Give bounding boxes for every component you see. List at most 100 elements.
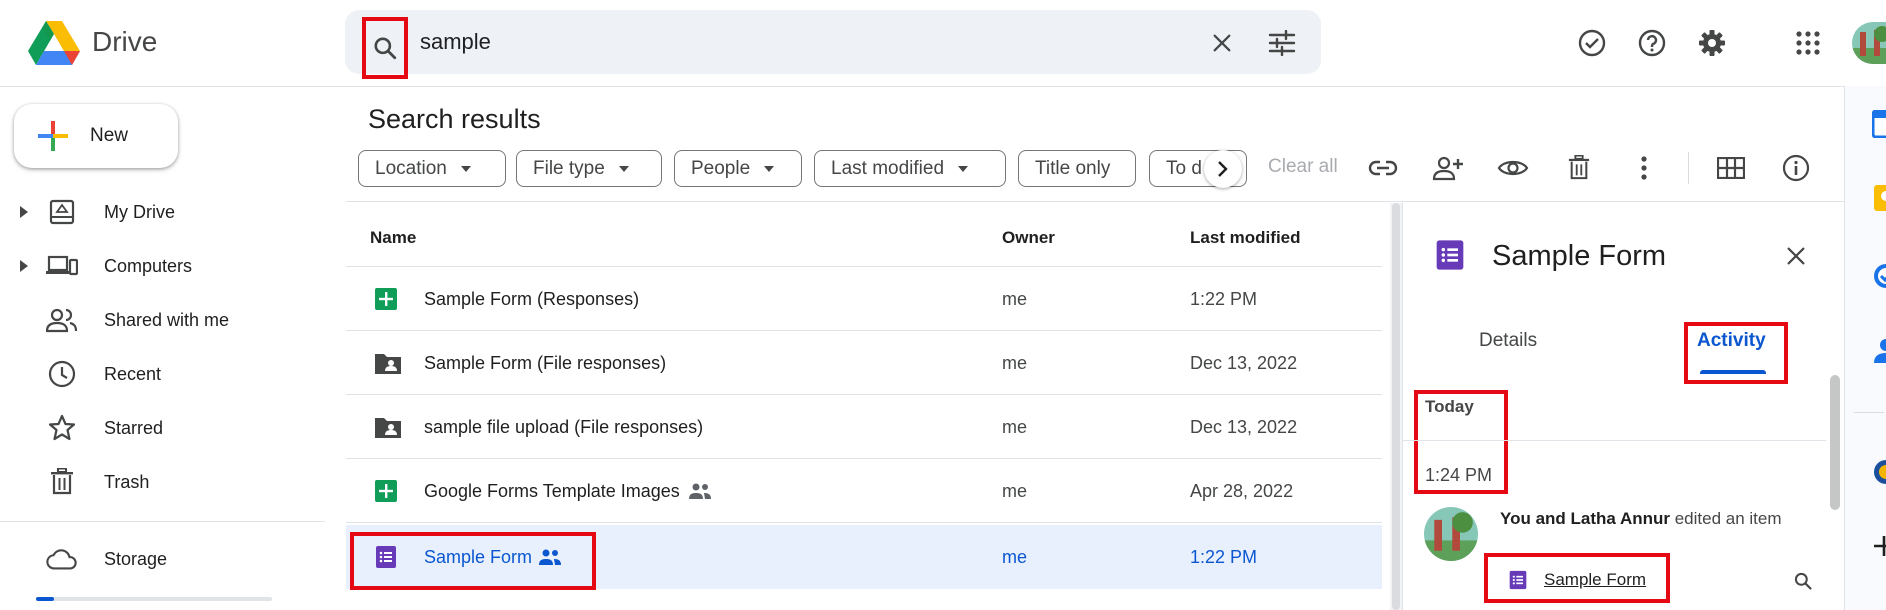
- shared-people-icon: [688, 482, 712, 500]
- clock-icon: [46, 359, 78, 389]
- sheets-icon: [374, 287, 398, 311]
- expand-arrow-icon[interactable]: [14, 206, 34, 218]
- filter-label: Last modified: [831, 157, 945, 179]
- more-actions-button[interactable]: [1620, 144, 1668, 192]
- ready-offline-button[interactable]: [1568, 19, 1616, 67]
- expand-arrow-icon[interactable]: [14, 260, 34, 272]
- filter-label: To d: [1166, 157, 1202, 179]
- sidebar-item-computers[interactable]: Computers: [0, 239, 320, 293]
- apps-button[interactable]: [1784, 19, 1832, 67]
- add-addon-icon[interactable]: [1872, 534, 1886, 558]
- file-name: Google Forms Template Images: [424, 481, 680, 501]
- info-icon: [1781, 153, 1811, 183]
- file-modified: 1:22 PM: [1190, 289, 1258, 309]
- drive-logo-icon[interactable]: [28, 21, 80, 65]
- activity-item-link[interactable]: Sample Form: [1544, 570, 1646, 590]
- clear-all-button[interactable]: Clear all: [1268, 156, 1338, 178]
- preview-button[interactable]: [1489, 144, 1537, 192]
- filter-last-modified[interactable]: Last modified: [814, 150, 1006, 187]
- activity-section-heading: Today: [1425, 397, 1474, 416]
- file-name: Sample Form: [424, 547, 533, 567]
- grid-view-icon: [1717, 157, 1745, 179]
- brand-name: Drive: [92, 26, 158, 57]
- search-options-button[interactable]: [1258, 19, 1306, 67]
- toolbar-divider: [1688, 152, 1689, 184]
- file-owner: me: [1002, 417, 1028, 437]
- new-button[interactable]: New: [14, 104, 178, 168]
- forms-icon: [1508, 570, 1528, 590]
- active-tab-indicator: [1700, 370, 1766, 374]
- filter-people[interactable]: People: [674, 150, 802, 187]
- storage-usage-fill: [36, 597, 54, 601]
- sidebar-item-label: My Drive: [104, 201, 175, 222]
- search-icon[interactable]: [1793, 571, 1813, 591]
- support-button[interactable]: [1628, 19, 1676, 67]
- scroll-filters-right-button[interactable]: [1204, 150, 1242, 188]
- move-to-trash-button[interactable]: [1555, 144, 1603, 192]
- filter-title-only[interactable]: Title only: [1018, 150, 1136, 187]
- search-input[interactable]: [420, 20, 1180, 64]
- sidebar-item-storage[interactable]: Storage: [0, 532, 320, 586]
- sidebar-item-trash[interactable]: Trash: [0, 455, 320, 509]
- file-modified: Apr 28, 2022: [1190, 481, 1294, 501]
- trash-icon: [1568, 155, 1590, 181]
- filter-label: Title only: [1035, 157, 1111, 179]
- shared-folder-icon: [374, 351, 401, 375]
- shared-folder-icon: [374, 415, 401, 439]
- eye-icon: [1497, 158, 1529, 178]
- offline-check-icon: [1577, 28, 1607, 58]
- new-button-label: New: [90, 125, 129, 146]
- add-person-icon: [1432, 155, 1464, 181]
- grid-layout-button[interactable]: [1707, 144, 1755, 192]
- sidebar-item-shared-with-me[interactable]: Shared with me: [0, 293, 320, 347]
- forms-icon: [1434, 239, 1466, 271]
- shared-icon: [46, 307, 78, 333]
- sidebar-item-starred[interactable]: Starred: [0, 401, 320, 455]
- tune-icon: [1268, 30, 1296, 56]
- file-name: sample file upload (File responses): [424, 417, 704, 437]
- copy-link-button[interactable]: [1359, 144, 1407, 192]
- header-divider: [346, 201, 1844, 202]
- filter-location[interactable]: Location: [358, 150, 506, 187]
- clear-search-button[interactable]: [1198, 19, 1246, 67]
- close-icon: [1211, 32, 1233, 54]
- search-button[interactable]: [362, 17, 408, 79]
- view-details-button[interactable]: [1772, 144, 1820, 192]
- sidebar-divider: [0, 521, 325, 522]
- column-header-last-modified[interactable]: Last modified: [1190, 228, 1301, 248]
- trash-icon: [46, 468, 78, 496]
- column-header-name[interactable]: Name: [370, 228, 416, 248]
- dropdown-arrow-icon: [958, 165, 969, 172]
- calendar-icon[interactable]: [1872, 110, 1886, 138]
- close-details-button[interactable]: [1772, 232, 1820, 280]
- sidebar-item-label: Recent: [104, 363, 162, 384]
- settings-button[interactable]: [1688, 19, 1736, 67]
- forms-icon: [374, 545, 398, 569]
- tab-activity[interactable]: Activity: [1697, 330, 1766, 352]
- contacts-icon[interactable]: [1872, 336, 1886, 364]
- keep-icon[interactable]: [1872, 184, 1886, 212]
- details-scrollbar-thumb[interactable]: [1830, 375, 1840, 510]
- activity-action: edited an item: [1670, 509, 1782, 528]
- close-icon: [1785, 245, 1807, 267]
- cloud-icon: [46, 547, 78, 571]
- tab-details[interactable]: Details: [1479, 330, 1537, 352]
- search-icon: [372, 35, 398, 61]
- share-button[interactable]: [1424, 144, 1472, 192]
- file-modified: 1:22 PM: [1190, 547, 1258, 567]
- addon-icon[interactable]: [1872, 458, 1886, 486]
- sheets-icon: [374, 479, 398, 503]
- filter-file-type[interactable]: File type: [516, 150, 662, 187]
- filter-label: People: [691, 157, 751, 179]
- computers-icon: [46, 254, 78, 278]
- file-list-scrollbar-thumb[interactable]: [1392, 203, 1400, 610]
- shared-people-icon: [538, 548, 562, 566]
- sidebar-item-recent[interactable]: Recent: [0, 347, 320, 401]
- link-icon: [1368, 160, 1398, 176]
- account-avatar[interactable]: [1852, 22, 1886, 64]
- tasks-icon[interactable]: [1872, 262, 1886, 290]
- dropdown-arrow-icon: [764, 165, 775, 172]
- sidebar-item-my-drive[interactable]: My Drive: [0, 185, 320, 239]
- plus-icon: [36, 119, 70, 153]
- activity-divider: [1402, 440, 1826, 441]
